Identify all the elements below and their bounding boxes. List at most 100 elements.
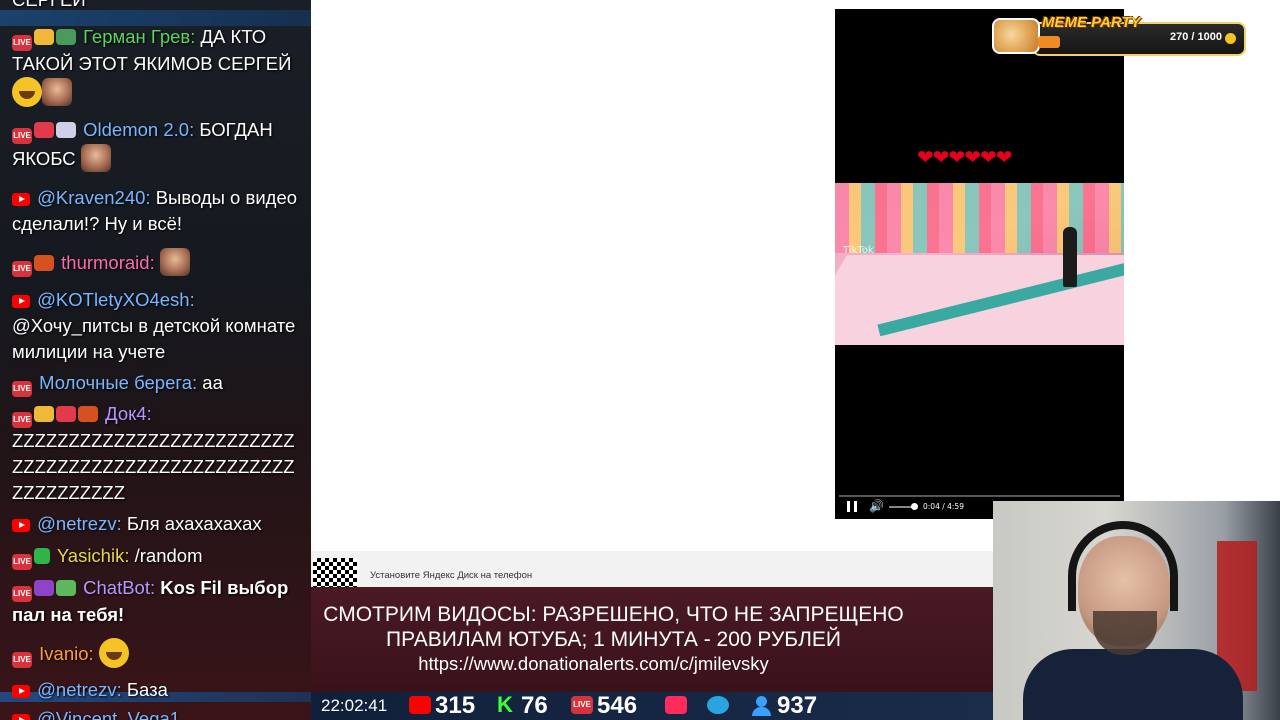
stream-status-bar: 22:02:41 315 K 76 LIVE 546 937 [311, 692, 993, 720]
chat-username: thurmoraid [61, 252, 150, 273]
doge-icon [992, 18, 1040, 54]
meme-party-score: 270 / 1000 [1170, 31, 1222, 43]
volume-icon[interactable]: 🔊 [869, 499, 884, 513]
chat-message: @netrezv: База [12, 677, 304, 703]
star-badge-icon [56, 580, 76, 596]
meme-party-widget: MEME PARTY 270 / 1000 [992, 14, 1246, 56]
dice-badge-icon [56, 406, 76, 422]
meme-progress-bar [1038, 36, 1060, 48]
green-badge-icon [34, 548, 50, 564]
chat-username: Док4 [105, 403, 147, 424]
live-badge-icon: LIVE [12, 35, 32, 51]
youtube-badge-icon [12, 193, 30, 206]
clock: 22:02:41 [321, 696, 388, 715]
chat-message: LIVE ChatBot: Kos Fil выбор пал на тебя! [12, 577, 289, 625]
chat-username: Молочные берега [39, 372, 192, 393]
chat-username: Ivanio [39, 643, 89, 664]
chat-username: Yasichik [56, 545, 125, 566]
dice-badge-icon [34, 122, 54, 138]
chat-message-text: Бля ахахахахах [126, 513, 262, 534]
kick-icon: K [497, 692, 513, 717]
headset-icon [1068, 521, 1178, 611]
chat-username: @Vincent_Vega1 [37, 708, 181, 720]
live-viewer-count: 546 [597, 692, 638, 719]
chat-message: LIVE Молочные берега: аа [12, 370, 304, 397]
kick-viewer-count: 76 [521, 692, 548, 719]
video-scene-person [1063, 227, 1077, 287]
live-badge-icon: LIVE [12, 554, 32, 570]
chat-message: @KOTletyXO4esh: @Хочу_питсы в детской ко… [12, 289, 296, 362]
chat-username: @KOTletyXO4esh [37, 289, 190, 310]
hearts-caption: ❤❤❤❤❤❤ [917, 145, 1013, 169]
youtube-badge-icon [12, 714, 30, 720]
chat-message: LIVE thurmoraid: [12, 248, 304, 277]
total-viewer-count: 937 [777, 692, 818, 719]
pause-button[interactable] [847, 501, 857, 512]
emote-icon [12, 77, 42, 107]
youtube-badge-icon [12, 295, 30, 308]
yandex-disk-banner: Установите Яндекс Диск на телефон [311, 551, 993, 588]
webcam-overlay [993, 501, 1280, 720]
chat-message-text: аа [202, 372, 223, 393]
chat-username: @netrezv [37, 513, 117, 534]
live-badge-icon: LIVE [12, 261, 32, 277]
tiktok-watermark: TikTok [843, 245, 874, 256]
chat-message: @Kraven240: Выводы о видео сделали!? Ну … [12, 187, 298, 234]
youtube-viewer-count: 315 [435, 692, 476, 719]
live-badge-icon: LIVE [12, 586, 32, 602]
donation-banner: СМОТРИМ ВИДОСЫ: РАЗРЕШЕНО, ЧТО НЕ ЗАПРЕЩ… [311, 587, 993, 692]
live-badge-icon: LIVE [12, 381, 32, 397]
live-badge-icon: LIVE [12, 652, 32, 668]
chat-message: LIVE Герман Грев: ДА КТО ТАКОЙ ЭТОТ ЯКИМ… [12, 24, 304, 107]
chat-message: @netrezv: Бля ахахахахах [12, 511, 304, 537]
chat-username: Oldemon 2.0 [83, 119, 190, 140]
banner-line-2: ПРАВИЛАМ ЮТУБА; 1 МИНУТА - 200 РУБЛЕЙ [386, 628, 841, 651]
meme-party-title: MEME PARTY [1042, 14, 1141, 31]
video-player[interactable]: ❤❤❤❤❤❤ TikTok 🔊 0:04 / 4:59 [835, 9, 1124, 519]
beer-badge-icon [34, 406, 54, 422]
emote-icon [80, 144, 111, 172]
volume-slider-knob[interactable] [911, 503, 918, 510]
chat-message-partial-top: СЕРГЕЙ [12, 0, 304, 13]
chat-username: @netrezv [37, 679, 117, 700]
crown-badge-icon [34, 255, 54, 271]
chat-message: LIVE Ivanio: [12, 638, 304, 668]
chat-message-text: @Хочу_питсы в детской комнате милиции на… [12, 315, 296, 362]
chat-message-partial-bottom: @Vincent_Vega1 [12, 706, 304, 720]
telegram-icon [707, 696, 729, 714]
live-badge-icon: LIVE [12, 128, 32, 144]
chat-message-text: /random [134, 545, 203, 566]
chat-username: Герман Грев [83, 26, 191, 47]
beer-badge-icon [34, 29, 54, 45]
chat-panel: СЕРГЕЙ LIVE Герман Грев: ДА КТО ТАКОЙ ЭТ… [0, 0, 311, 720]
qr-code-icon [313, 558, 357, 588]
user-icon [751, 696, 773, 716]
progress-bar[interactable] [839, 495, 1120, 497]
chat-message-text: ZZZZZZZZZZZZZZZZZZZZZZZZZZZZZZZZZZZZZZZZ… [12, 430, 295, 503]
youtube-badge-icon [12, 519, 30, 532]
video-frame[interactable]: TikTok [835, 183, 1124, 345]
rutube-icon [665, 696, 687, 714]
chat-message-text: База [126, 679, 168, 700]
video-scene-wall [835, 183, 1124, 253]
live-platform-icon: LIVE [571, 696, 593, 714]
chat-message-text: СЕРГЕЙ [12, 0, 86, 10]
ghost-badge-icon [56, 122, 76, 138]
yandex-disk-text: Установите Яндекс Диск на телефон [370, 570, 533, 581]
chat-username: @Kraven240 [37, 187, 146, 208]
bot-badge-icon [34, 580, 54, 596]
chat-message: LIVE Док4: ZZZZZZZZZZZZZZZZZZZZZZZZZZZZZ… [12, 403, 295, 503]
emote-icon [42, 78, 72, 106]
youtube-badge-icon [12, 685, 30, 698]
live-badge-icon: LIVE [12, 412, 32, 428]
chat-message: LIVE Oldemon 2.0: БОГДАН ЯКОБС [12, 117, 304, 172]
mug-badge-icon [56, 29, 76, 45]
emote-icon [159, 248, 190, 276]
banner-link: https://www.donationalerts.com/c/jmilevs… [418, 653, 769, 674]
gift-badge-icon [78, 406, 98, 422]
youtube-icon [409, 696, 431, 714]
banner-line-1: СМОТРИМ ВИДОСЫ: РАЗРЕШЕНО, ЧТО НЕ ЗАПРЕЩ… [323, 603, 904, 626]
chat-message: LIVE Yasichik: /random [12, 543, 304, 570]
streamer-body [1023, 649, 1243, 720]
coin-icon [1225, 33, 1236, 44]
